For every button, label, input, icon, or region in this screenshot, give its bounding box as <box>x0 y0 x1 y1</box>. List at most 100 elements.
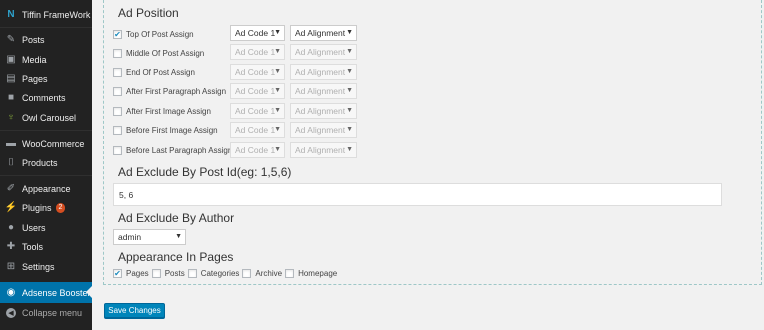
posts-checkbox[interactable] <box>151 268 161 278</box>
archive-option-label: Archive <box>255 268 283 278</box>
after-first-paragraph-checkbox[interactable] <box>113 86 122 96</box>
ad-alignment-select[interactable]: Ad Alignment ▼ <box>290 142 357 158</box>
ad-code-select[interactable]: Ad Code 1 ▼ <box>230 122 285 138</box>
sidebar-brand[interactable]: N Tiffin FrameWork <box>0 5 92 24</box>
sidebar-item-label: Comments <box>22 92 66 103</box>
ad-code-value: Ad Code 1 <box>235 106 276 116</box>
sidebar-item-label: Appearance <box>22 183 71 194</box>
sidebar-item-products[interactable]: ⌷ Products <box>0 153 92 172</box>
end-of-post-checkbox[interactable] <box>113 67 122 77</box>
ad-position-label: Top Of Post Assign <box>126 29 194 39</box>
archive-checkbox[interactable] <box>242 268 252 278</box>
ad-position-row: Before First Image Assign <box>113 122 218 138</box>
ad-code-select[interactable]: Ad Code 1 ▼ <box>230 44 285 60</box>
sidebar-item-settings[interactable]: ⊞ Settings <box>0 257 92 276</box>
sidebar-item-label: WooCommerce <box>22 138 85 149</box>
plugin-icon: ⚡ <box>4 202 18 213</box>
exclude-author-select[interactable]: admin ▼ <box>113 229 186 245</box>
update-count-badge: 2 <box>55 202 66 213</box>
ad-position-label: After First Image Assign <box>126 106 211 116</box>
sidebar-item-tools[interactable]: ✚ Tools <box>0 237 92 256</box>
caret-down-icon: ▼ <box>346 68 353 75</box>
appearance-pages-options: ✔ Pages Posts Categories Archive Homepag… <box>113 267 340 279</box>
ad-alignment-value: Ad Alignment <box>295 145 346 155</box>
ad-code-value: Ad Code 1 <box>235 47 276 57</box>
sidebar-item-adsense-booster[interactable]: ◉ Adsense Booster <box>0 282 92 303</box>
ad-position-heading: Ad Position <box>118 6 179 20</box>
ad-position-row: After First Paragraph Assign <box>113 83 226 99</box>
caret-down-icon: ▼ <box>346 146 353 153</box>
ad-alignment-select[interactable]: Ad Alignment ▼ <box>290 83 357 99</box>
appearance-pages-heading: Appearance In Pages <box>118 250 234 264</box>
ad-position-label: End Of Post Assign <box>126 67 195 77</box>
caret-down-icon: ▼ <box>274 68 281 75</box>
ad-code-value: Ad Code 1 <box>235 67 276 77</box>
ad-code-select[interactable]: Ad Code 1 ▼ <box>230 64 285 80</box>
sidebar-item-label: Settings <box>22 261 55 272</box>
sidebar-item-pages[interactable]: ▤ Pages <box>0 69 92 88</box>
before-last-paragraph-checkbox[interactable] <box>113 145 122 155</box>
sidebar-item-label: Posts <box>22 34 45 45</box>
sidebar-item-label: Owl Carousel <box>22 112 77 123</box>
exclude-author-heading: Ad Exclude By Author <box>118 211 235 225</box>
sidebar-item-label: Users <box>22 222 46 233</box>
sidebar-item-label: Adsense Booster <box>22 287 91 298</box>
pages-option-label: Pages <box>126 268 149 278</box>
ad-code-select[interactable]: Ad Code 1 ▼ <box>230 142 285 158</box>
pushpin-icon: ✎ <box>6 34 16 45</box>
pages-checkbox[interactable]: ✔ <box>113 268 122 278</box>
ad-position-label: Before Last Paragraph Assign <box>126 145 233 155</box>
exclude-author-value: admin <box>118 232 142 242</box>
categories-option-label: Categories <box>200 268 240 278</box>
caret-down-icon: ▼ <box>346 87 353 94</box>
ad-alignment-select[interactable]: Ad Alignment ▼ <box>290 25 357 41</box>
pages-icon: ▤ <box>6 73 16 84</box>
caret-down-icon: ▼ <box>346 107 353 114</box>
homepage-option-label: Homepage <box>298 268 338 278</box>
ad-alignment-select[interactable]: Ad Alignment ▼ <box>290 64 357 80</box>
ad-code-value: Ad Code 1 <box>235 125 276 135</box>
ad-code-value: Ad Code 1 <box>235 145 276 155</box>
comments-icon: ■ <box>7 92 15 103</box>
posts-option-label: Posts <box>164 268 185 278</box>
after-first-image-checkbox[interactable] <box>113 106 122 116</box>
woocommerce-icon: ▬ <box>6 138 16 149</box>
admin-sidebar: N Tiffin FrameWork ✎ Posts ▣ Media ▤ Pag… <box>0 0 92 330</box>
caret-down-icon: ▼ <box>274 107 281 114</box>
save-changes-button[interactable]: Save Changes <box>104 303 165 318</box>
ad-position-label: After First Paragraph Assign <box>126 86 227 96</box>
ad-code-value: Ad Code 1 <box>235 28 276 38</box>
sidebar-separator <box>0 175 92 176</box>
before-first-image-checkbox[interactable] <box>113 125 122 135</box>
ad-alignment-select[interactable]: Ad Alignment ▼ <box>290 103 357 119</box>
sidebar-item-media[interactable]: ▣ Media <box>0 50 92 69</box>
ad-position-label: Middle Of Post Assign <box>126 48 205 58</box>
exclude-post-ids-input[interactable]: 5, 6 <box>113 183 722 206</box>
ad-position-row: ✔ Top Of Post Assign <box>113 26 194 42</box>
caret-down-icon: ▼ <box>346 126 353 133</box>
ad-position-label: Before First Image Assign <box>126 125 218 135</box>
top-of-post-checkbox[interactable]: ✔ <box>113 29 122 39</box>
sidebar-item-label: Media <box>22 54 47 65</box>
sidebar-item-appearance[interactable]: ✐ Appearance <box>0 179 92 198</box>
sidebar-item-plugins[interactable]: ⚡ Plugins 2 <box>0 198 92 217</box>
ad-code-select[interactable]: Ad Code 1 ▼ <box>230 83 285 99</box>
ad-code-select[interactable]: Ad Code 1 ▼ <box>230 25 285 41</box>
sidebar-item-users[interactable]: ● Users <box>0 218 92 237</box>
ad-code-select[interactable]: Ad Code 1 ▼ <box>230 103 285 119</box>
sidebar-item-owl-carousel[interactable]: ♆ Owl Carousel <box>0 108 92 127</box>
collapse-menu-button[interactable]: ◀ Collapse menu <box>0 303 92 322</box>
sidebar-item-label: Products <box>22 157 58 168</box>
caret-down-icon: ▼ <box>175 233 182 240</box>
ad-position-row: End Of Post Assign <box>113 64 195 80</box>
ad-alignment-value: Ad Alignment <box>295 28 346 38</box>
users-icon: ● <box>7 222 15 233</box>
categories-checkbox[interactable] <box>187 268 197 278</box>
ad-alignment-select[interactable]: Ad Alignment ▼ <box>290 44 357 60</box>
sidebar-item-woocommerce[interactable]: ▬ WooCommerce <box>0 134 92 153</box>
sidebar-item-comments[interactable]: ■ Comments <box>0 88 92 107</box>
ad-alignment-select[interactable]: Ad Alignment ▼ <box>290 122 357 138</box>
sidebar-item-posts[interactable]: ✎ Posts <box>0 30 92 49</box>
homepage-checkbox[interactable] <box>285 268 295 278</box>
middle-of-post-checkbox[interactable] <box>113 48 122 58</box>
